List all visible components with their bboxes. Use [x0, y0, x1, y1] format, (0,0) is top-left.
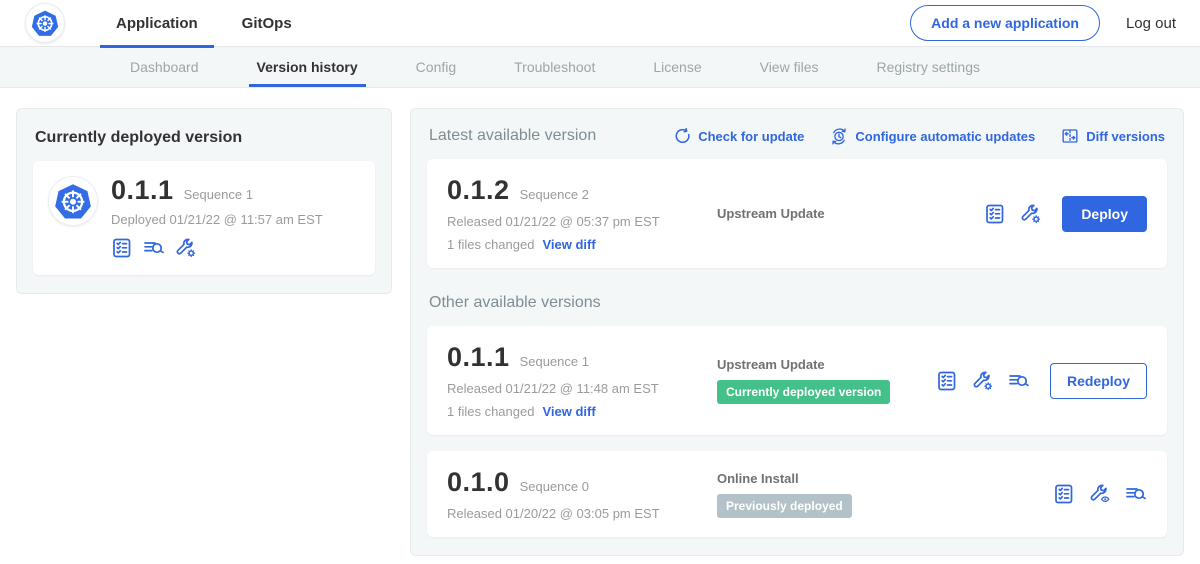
- config-wrench-eye-icon[interactable]: [1089, 483, 1111, 505]
- release-notes-icon[interactable]: [1053, 483, 1075, 505]
- config-wrench-gear-icon[interactable]: [175, 237, 197, 259]
- latest-available-title: Latest available version: [429, 127, 596, 145]
- app-subnav: Dashboard Version history Config Trouble…: [0, 47, 1200, 88]
- view-diff-link[interactable]: View diff: [542, 404, 595, 419]
- sequence-label: Sequence 1: [520, 354, 589, 369]
- subnav-tab-troubleshoot[interactable]: Troubleshoot: [514, 47, 595, 87]
- diff-versions-icon: [1061, 127, 1079, 145]
- deployed-version-number: 0.1.1: [111, 175, 174, 206]
- version-source-label: Upstream Update: [717, 206, 984, 221]
- subnav-tab-version-history[interactable]: Version history: [257, 47, 358, 87]
- version-number: 0.1.0: [447, 467, 510, 498]
- deployed-sequence-label: Sequence 1: [184, 187, 253, 202]
- released-timestamp: Released 01/21/22 @ 05:37 pm EST: [447, 214, 699, 229]
- release-notes-icon[interactable]: [111, 237, 133, 259]
- redeploy-button[interactable]: Redeploy: [1050, 363, 1147, 399]
- previously-deployed-badge: Previously deployed: [717, 494, 852, 518]
- currently-deployed-title: Currently deployed version: [35, 129, 375, 147]
- tab-application-label: Application: [116, 15, 198, 32]
- version-number: 0.1.1: [447, 342, 510, 373]
- tab-application[interactable]: Application: [94, 0, 220, 47]
- top-header: Application GitOps Add a new application…: [0, 0, 1200, 47]
- sequence-label: Sequence 2: [520, 187, 589, 202]
- deploy-logs-icon[interactable]: [1125, 483, 1147, 505]
- tab-gitops-label: GitOps: [242, 15, 292, 32]
- config-wrench-gear-icon[interactable]: [1020, 203, 1042, 225]
- deploy-logs-icon[interactable]: [1008, 370, 1030, 392]
- automatic-updates-clock-icon: [830, 127, 848, 145]
- deployed-version-card: 0.1.1 Sequence 1 Deployed 01/21/22 @ 11:…: [33, 161, 375, 275]
- subnav-tab-config[interactable]: Config: [416, 47, 456, 87]
- release-notes-icon[interactable]: [984, 203, 1006, 225]
- deployed-timestamp: Deployed 01/21/22 @ 11:57 am EST: [111, 212, 323, 227]
- kubernetes-logo-icon: [31, 9, 59, 37]
- add-new-application-button[interactable]: Add a new application: [910, 5, 1100, 41]
- configure-automatic-updates-link[interactable]: Configure automatic updates: [830, 127, 1035, 145]
- deploy-logs-icon[interactable]: [143, 237, 165, 259]
- logout-button[interactable]: Log out: [1126, 15, 1176, 32]
- refresh-icon: [673, 127, 691, 145]
- released-timestamp: Released 01/20/22 @ 03:05 pm EST: [447, 506, 699, 521]
- deploy-button[interactable]: Deploy: [1062, 196, 1147, 232]
- kubernetes-logo-icon: [54, 182, 92, 220]
- subnav-tab-registry-settings[interactable]: Registry settings: [877, 47, 980, 87]
- version-source-label: Online Install: [717, 471, 1053, 486]
- config-wrench-gear-icon[interactable]: [972, 370, 994, 392]
- released-timestamp: Released 01/21/22 @ 11:48 am EST: [447, 381, 699, 396]
- version-card-0-1-2: 0.1.2 Sequence 2 Released 01/21/22 @ 05:…: [427, 159, 1167, 268]
- subnav-tab-license[interactable]: License: [653, 47, 701, 87]
- app-icon-badge: [49, 177, 97, 225]
- version-card-0-1-0: 0.1.0 Sequence 0 Released 01/20/22 @ 03:…: [427, 451, 1167, 537]
- diff-versions-link[interactable]: Diff versions: [1061, 127, 1165, 145]
- other-available-title: Other available versions: [429, 294, 1165, 312]
- version-history-panel: Latest available version Check for updat…: [410, 108, 1184, 556]
- subnav-tab-dashboard[interactable]: Dashboard: [130, 47, 199, 87]
- files-changed-label: 1 files changed: [447, 404, 534, 419]
- sequence-label: Sequence 0: [520, 479, 589, 494]
- view-diff-link[interactable]: View diff: [542, 237, 595, 252]
- tab-gitops[interactable]: GitOps: [220, 0, 314, 47]
- subnav-tab-view-files[interactable]: View files: [760, 47, 819, 87]
- version-number: 0.1.2: [447, 175, 510, 206]
- app-logo: [26, 4, 64, 42]
- version-card-0-1-1: 0.1.1 Sequence 1 Released 01/21/22 @ 11:…: [427, 326, 1167, 435]
- currently-deployed-badge: Currently deployed version: [717, 380, 890, 404]
- check-for-update-link[interactable]: Check for update: [673, 127, 804, 145]
- currently-deployed-panel: Currently deployed version 0.1.1 Sequenc…: [16, 108, 392, 294]
- release-notes-icon[interactable]: [936, 370, 958, 392]
- files-changed-label: 1 files changed: [447, 237, 534, 252]
- version-source-label: Upstream Update: [717, 357, 936, 372]
